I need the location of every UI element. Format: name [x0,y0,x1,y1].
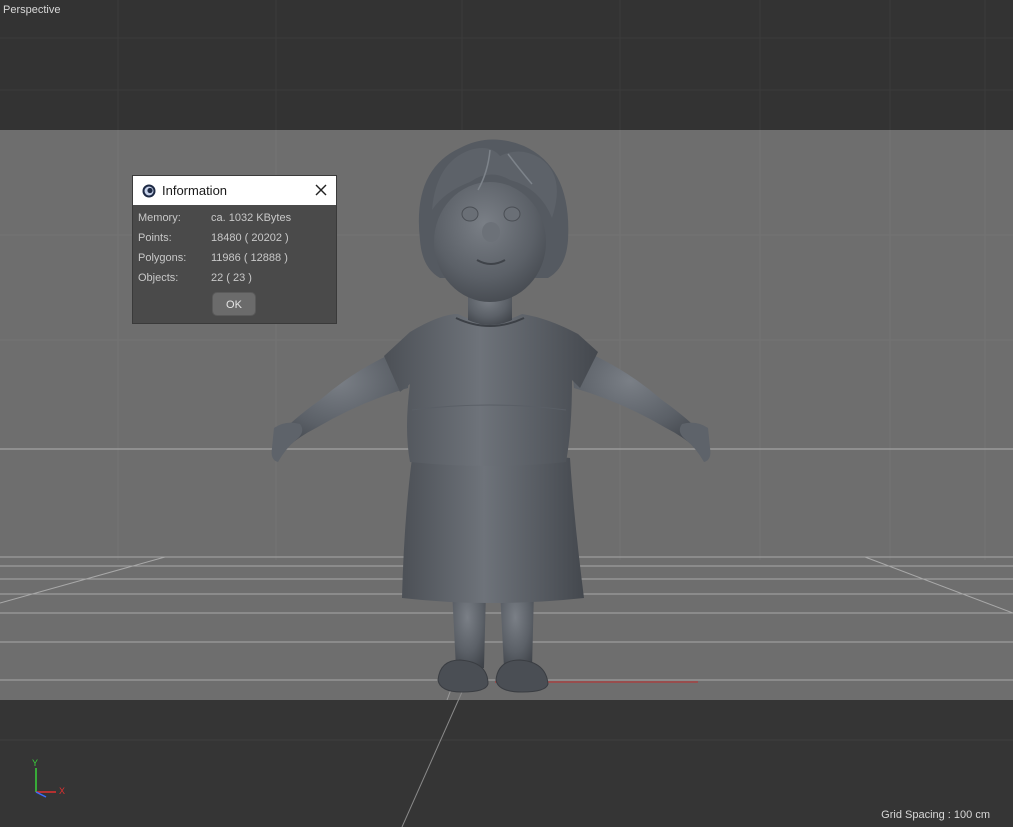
info-value: 18480 ( 20202 ) [211,232,289,244]
viewport-scene [0,0,1013,827]
info-label: Objects: [138,272,179,284]
info-label: Memory: [138,212,181,224]
viewport-title[interactable]: Perspective [3,4,60,16]
cinema4d-app-icon [142,184,156,197]
information-dialog: Information Memory: ca. 1032 KBytes Poin… [133,176,336,323]
info-label: Points: [138,232,172,244]
axis-x-label: X [59,786,65,796]
axis-y-label: Y [32,758,38,768]
info-value: 11986 ( 12888 ) [211,252,288,264]
info-value: 22 ( 23 ) [211,272,252,284]
axis-gizmo: Y X [32,758,65,798]
dialog-titlebar[interactable]: Information [133,176,336,205]
close-icon[interactable] [314,183,328,197]
3d-viewport[interactable]: Perspective Y X Grid Spacing : 100 cm In… [0,0,1013,827]
info-label: Polygons: [138,252,187,264]
ok-button[interactable]: OK [212,292,256,316]
dialog-title: Information [162,183,228,198]
grid-spacing-readout: Grid Spacing : 100 cm [881,809,990,821]
info-value: ca. 1032 KBytes [211,212,292,224]
